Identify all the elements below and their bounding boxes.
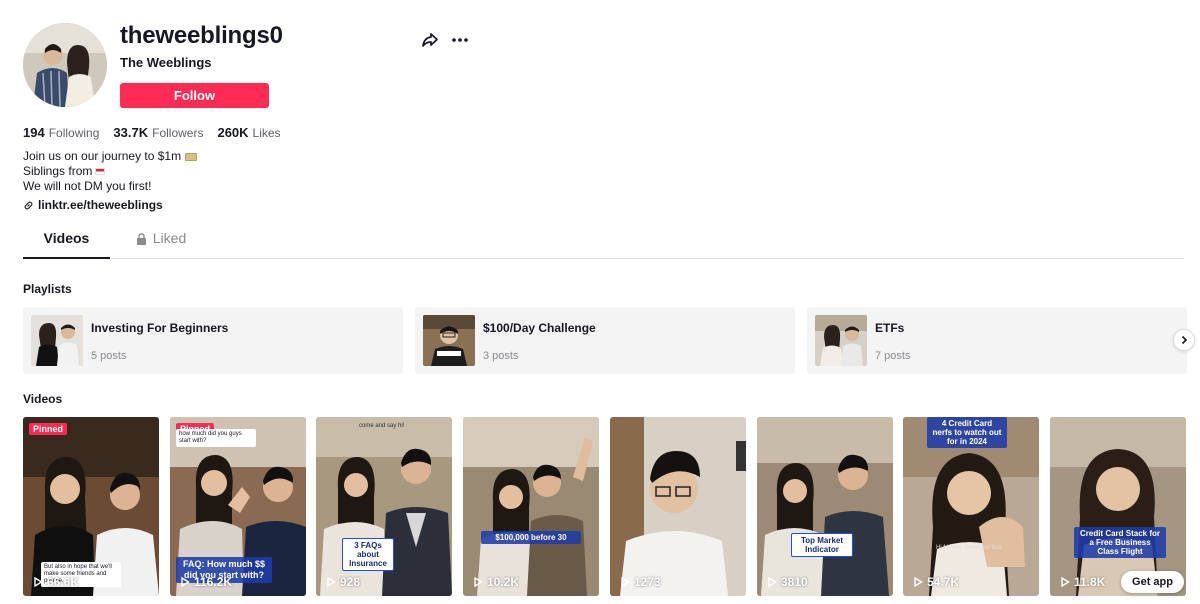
view-count-text: 11.8K	[1074, 575, 1106, 589]
view-count: 928	[326, 575, 360, 589]
playlist-next-button[interactable]	[1173, 329, 1195, 351]
display-name: The Weeblings	[120, 55, 212, 70]
view-count: 3810	[767, 575, 808, 589]
more-options-icon[interactable]	[450, 30, 470, 50]
playlist-card[interactable]: ETFs 7 posts	[807, 307, 1187, 374]
video-caption: $100,000 before 30	[481, 531, 581, 544]
video-card[interactable]: Pinned how much did you guys start with?…	[170, 417, 306, 596]
video-card[interactable]: Credit Card Stack for a Free Business Cl…	[1050, 417, 1186, 596]
likes-count: 260K	[217, 125, 249, 140]
share-icon[interactable]	[420, 30, 440, 50]
profile-link-text: linktr.ee/theweeblings	[38, 198, 163, 212]
playlist-thumbnail	[815, 315, 867, 366]
playlist-title: Investing For Beginners	[91, 321, 229, 335]
view-count-text: 116.2K	[194, 575, 233, 589]
playlist-count: 7 posts	[875, 350, 911, 362]
video-top-caption: how much did you guys start with?	[176, 429, 256, 447]
play-icon	[181, 577, 190, 587]
pinned-badge: Pinned	[29, 423, 68, 435]
view-count: 116.2K	[180, 575, 232, 589]
playlist-count: 3 posts	[483, 350, 519, 362]
bio-line: Join us on our journey to $1m	[23, 149, 198, 164]
playlist-card[interactable]: $100/Day Challenge 3 posts	[415, 307, 795, 374]
tab-liked[interactable]: Liked	[131, 230, 191, 259]
view-count: 1273	[620, 575, 661, 589]
view-count: 66.6K	[33, 575, 79, 589]
view-count-text: 3810	[781, 575, 808, 589]
view-count-text: 1273	[634, 575, 661, 589]
tab-videos-label: Videos	[43, 230, 90, 246]
likes-label: Likes	[252, 126, 281, 140]
view-count-text: 66.6K	[47, 575, 80, 589]
playlist-count: 5 posts	[91, 350, 127, 362]
video-card[interactable]: 4 Credit Card nerfs to watch out for in …	[903, 417, 1039, 596]
video-top-caption: come and say hi!	[359, 423, 405, 429]
play-icon	[327, 577, 336, 587]
videos-heading: Videos	[23, 392, 63, 406]
video-caption: 4 Credit Card nerfs to watch out for in …	[927, 417, 1007, 448]
video-caption: 3 FAQs about Insurance	[342, 538, 394, 571]
video-card[interactable]: come and say hi! 3 FAQs about Insurance …	[316, 417, 452, 596]
following-count: 194	[23, 125, 45, 140]
video-card[interactable]: Top Market Indicator 3810	[757, 417, 893, 596]
playlist-title: $100/Day Challenge	[483, 321, 596, 335]
playlists-heading: Playlists	[23, 282, 72, 296]
view-count-text: 54.7K	[927, 575, 960, 589]
playlist-thumbnail	[31, 315, 83, 366]
money-emoji-icon	[185, 152, 198, 161]
likes-stat: 260K Likes	[217, 125, 280, 140]
following-label: Following	[48, 126, 100, 140]
lock-icon	[136, 233, 146, 245]
username: theweeblings0	[120, 22, 283, 49]
play-icon	[768, 577, 777, 587]
chevron-right-icon	[1181, 335, 1188, 345]
video-card[interactable]: $100,000 before 30 10.2K	[463, 417, 599, 596]
following-stat[interactable]: 194 Following	[23, 125, 99, 140]
view-count-text: 928	[340, 575, 361, 589]
tab-videos[interactable]: Videos	[23, 230, 110, 259]
link-icon	[24, 201, 33, 209]
profile-stats: 194 Following 33.7K Followers 260K Likes	[23, 125, 281, 140]
video-card[interactable]: 1273	[610, 417, 746, 596]
profile-tabs: Videos Liked	[23, 230, 1184, 259]
follow-button[interactable]: Follow	[120, 83, 269, 108]
followers-label: Followers	[152, 126, 204, 140]
video-subtitle: Hi friends, these are four	[936, 545, 1002, 551]
flag-emoji-icon	[95, 168, 106, 176]
view-count: 10.2K	[473, 575, 519, 589]
play-icon	[474, 577, 483, 587]
bio-line: We will not DM you first!	[23, 179, 197, 194]
tab-liked-label: Liked	[152, 230, 187, 246]
video-card[interactable]: Pinned But also in hope that we'll make …	[23, 417, 159, 596]
bio-line-1: Join us on our journey to $1m	[23, 149, 182, 163]
play-icon	[1061, 577, 1070, 587]
view-count: 11.8K	[1060, 575, 1105, 589]
play-icon	[34, 577, 43, 587]
bio-line-3: We will not DM you first!	[23, 179, 152, 193]
profile-link[interactable]: linktr.ee/theweeblings	[23, 198, 163, 212]
get-app-button[interactable]: Get app	[1121, 571, 1184, 593]
view-count: 54.7K	[913, 575, 959, 589]
video-caption: Credit Card Stack for a Free Business Cl…	[1074, 527, 1166, 558]
followers-count: 33.7K	[113, 125, 149, 140]
bio: Join us on our journey to $1m Siblings f…	[23, 149, 198, 194]
bio-line-2: Siblings from	[23, 164, 93, 178]
play-icon	[914, 577, 923, 587]
followers-stat[interactable]: 33.7K Followers	[113, 125, 203, 140]
view-count-text: 10.2K	[487, 575, 520, 589]
playlist-thumbnail	[423, 315, 475, 366]
playlist-card[interactable]: Investing For Beginners 5 posts	[23, 307, 403, 374]
play-icon	[621, 577, 630, 587]
playlist-title: ETFs	[875, 321, 905, 335]
avatar[interactable]	[23, 23, 107, 107]
bio-line: Siblings from	[23, 164, 197, 179]
video-caption: Top Market Indicator	[791, 533, 853, 557]
